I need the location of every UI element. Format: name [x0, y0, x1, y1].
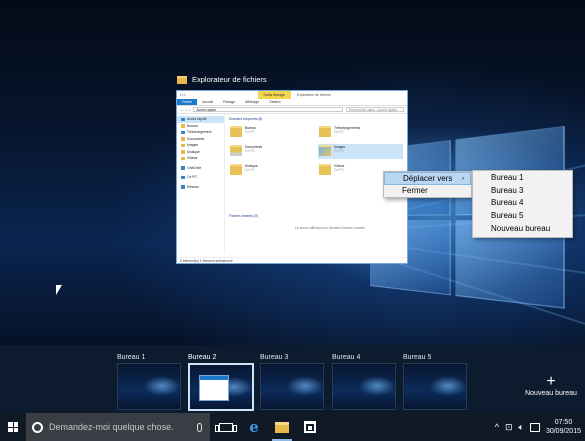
tab-home: Accueil — [197, 99, 218, 105]
folder-item: Bureau Ce PC — [229, 125, 314, 140]
submenu-item-desktop-4[interactable]: Bureau 4 — [473, 197, 572, 210]
virtual-desktop-3[interactable]: Bureau 3 — [260, 353, 324, 410]
network-icon[interactable]: ⊡ — [505, 422, 513, 433]
tab-share: Partage — [218, 99, 240, 105]
folder-location: Ce PC — [334, 130, 360, 134]
address-bar: Accès rapide — [193, 107, 343, 112]
videos-folder-icon — [319, 164, 331, 175]
nav-item-videos: Vidéos — [177, 155, 224, 162]
clock[interactable]: 07:50 30/09/2015 — [546, 418, 581, 436]
address-bar-row: ← → ↑ Accès rapide Rechercher dans : Acc… — [177, 106, 407, 114]
plus-icon: + — [524, 374, 578, 390]
desktop-thumbnail — [188, 363, 254, 411]
desktop-thumbnail — [260, 363, 324, 410]
menu-item-label: Déplacer vers — [403, 174, 452, 183]
desktop-thumbnail — [332, 363, 396, 410]
window-title: Explorateur de fichiers — [192, 75, 267, 84]
virtual-desktop-2[interactable]: Bureau 2 — [188, 353, 254, 411]
tray-chevron-icon[interactable]: ^ — [495, 422, 499, 432]
folder-location: Ce PC — [334, 149, 345, 153]
file-explorer-icon — [275, 422, 289, 433]
nav-item-onedrive: OneDrive — [177, 165, 224, 172]
microphone-icon[interactable] — [197, 423, 202, 432]
quick-access-toolbar: ▪ ▪ ▪ — [180, 93, 186, 97]
action-center-icon[interactable] — [530, 423, 540, 432]
desktop-name: Bureau 4 — [332, 353, 396, 363]
folder-location: Ce PC — [245, 130, 256, 134]
frequent-folders-header: Dossiers fréquents (8) — [229, 116, 403, 123]
tab-file: Fichier — [177, 99, 197, 105]
pictures-folder-icon — [319, 145, 331, 156]
music-folder-icon — [230, 164, 242, 175]
submenu-item-new-desktop[interactable]: Nouveau bureau — [473, 223, 572, 236]
store-button[interactable] — [296, 413, 324, 441]
title-text: Explorateur de fichiers — [297, 93, 331, 97]
task-view-button[interactable] — [212, 413, 240, 441]
content-pane: Dossiers fréquents (8) Bureau Ce PC Téléc… — [225, 114, 407, 254]
cortana-search-box[interactable]: Demandez-moi quelque chose. — [26, 413, 210, 441]
clock-date: 30/09/2015 — [546, 427, 581, 436]
desktop-name: Bureau 5 — [403, 353, 467, 363]
folder-icon — [177, 76, 187, 84]
tab-manage: Gestion — [264, 99, 286, 105]
nav-item-network: Réseau — [177, 184, 224, 191]
virtual-desktop-5[interactable]: Bureau 5 — [403, 353, 467, 410]
folder-location: Ce PC — [334, 168, 344, 172]
recent-files-note: Le survol affichera les derniers fichier… — [295, 226, 365, 230]
window-mini-preview — [199, 375, 229, 401]
download-folder-icon — [319, 126, 331, 137]
folder-location: Ce PC — [245, 149, 262, 153]
tab-view: Affichage — [240, 99, 264, 105]
context-tab: Outils d'image — [258, 91, 291, 99]
search-box: Rechercher dans : Accès rapide — [346, 107, 404, 112]
move-to-submenu: Bureau 1 Bureau 3 Bureau 4 Bureau 5 Nouv… — [472, 170, 573, 238]
menu-item-close[interactable]: Fermer — [384, 185, 471, 198]
taskbar: Demandez-moi quelque chose. e ^ ⊡ 🔈︎ 07:… — [0, 413, 585, 441]
window-context-menu: Déplacer vers › Fermer — [383, 171, 472, 198]
windows-start-icon — [8, 422, 18, 432]
submenu-item-desktop-3[interactable]: Bureau 3 — [473, 185, 572, 198]
window-thumbnail-caption: Explorateur de fichiers — [177, 75, 267, 84]
system-tray: ^ ⊡ 🔈︎ 07:50 30/09/2015 — [495, 418, 585, 436]
desktop-name: Bureau 1 — [117, 353, 181, 363]
new-desktop-label: Nouveau bureau — [524, 390, 578, 397]
folder-item-selected: Images Ce PC — [318, 144, 403, 159]
recent-files-header: Fichiers récents (0) — [229, 214, 258, 218]
submenu-item-desktop-5[interactable]: Bureau 5 — [473, 210, 572, 223]
folder-item: Téléchargements Ce PC — [318, 125, 403, 140]
search-placeholder: Demandez-moi quelque chose. — [49, 422, 174, 432]
navigation-pane: Accès rapide Bureau Téléchargement Docum… — [177, 114, 225, 254]
edge-icon: e — [249, 418, 259, 436]
task-view-icon — [219, 423, 233, 432]
desktop-name: Bureau 3 — [260, 353, 324, 363]
virtual-desktop-4[interactable]: Bureau 4 — [332, 353, 396, 410]
store-icon — [304, 421, 316, 433]
edge-browser-button[interactable]: e — [240, 413, 268, 441]
status-bar: 8 élément(s) 1 élément sélectionné — [177, 257, 407, 263]
folder-grid: Bureau Ce PC Téléchargements Ce PC Documen… — [229, 125, 403, 178]
title-bar: ▪ ▪ ▪ Outils d'image Explorateur de fich… — [177, 91, 407, 99]
volume-icon[interactable]: 🔈︎ — [519, 422, 524, 433]
file-explorer-button[interactable] — [268, 413, 296, 441]
folder-location: Ce PC — [245, 168, 258, 172]
desktop-thumbnail — [403, 363, 467, 410]
virtual-desktop-1[interactable]: Bureau 1 — [117, 353, 181, 410]
start-button[interactable] — [0, 413, 26, 441]
explorer-window-thumbnail[interactable]: ▪ ▪ ▪ Outils d'image Explorateur de fich… — [176, 90, 408, 264]
mouse-pointer-icon — [56, 285, 62, 295]
folder-item: Documents Ce PC — [229, 144, 314, 159]
folder-icon — [230, 126, 242, 137]
submenu-item-desktop-1[interactable]: Bureau 1 — [473, 172, 572, 185]
ribbon-tabs: Fichier Accueil Partage Affichage Gestio… — [177, 99, 407, 106]
cortana-icon — [32, 422, 43, 433]
nav-item-this-pc: Ce PC — [177, 174, 224, 181]
nav-arrows-icon: ← → ↑ — [180, 108, 190, 112]
desktop-name: Bureau 2 — [188, 353, 254, 363]
desktop-thumbnail — [117, 363, 181, 410]
documents-folder-icon — [230, 145, 242, 156]
new-desktop-button[interactable]: + Nouveau bureau — [524, 374, 578, 397]
clock-time: 07:50 — [546, 418, 581, 427]
folder-item: Musique Ce PC — [229, 163, 314, 178]
menu-item-move-to[interactable]: Déplacer vers › — [384, 172, 471, 185]
